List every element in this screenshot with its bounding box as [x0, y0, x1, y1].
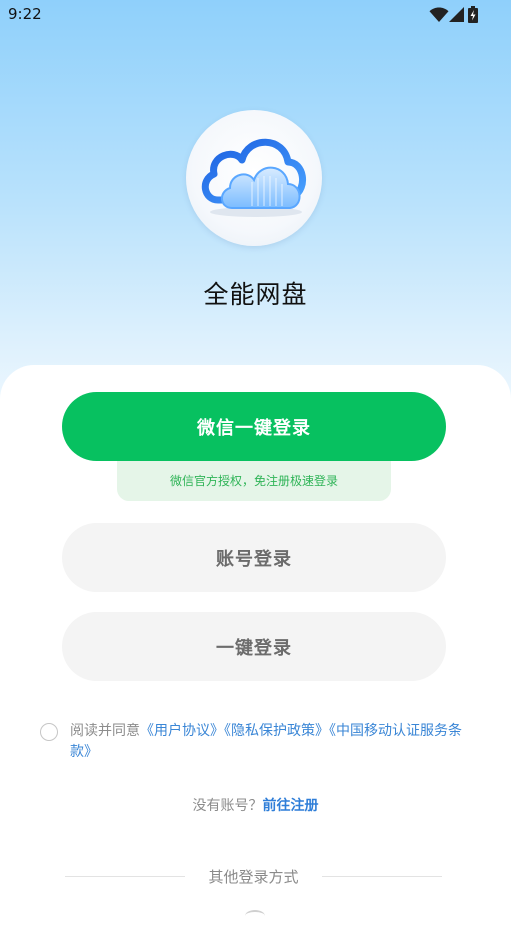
wechat-login-button[interactable]: 微信一键登录 — [62, 392, 446, 461]
register-link[interactable]: 前往注册 — [263, 798, 319, 814]
divider-left — [65, 876, 185, 877]
battery-charging-icon — [468, 6, 478, 23]
status-time: 9:22 — [8, 5, 42, 23]
divider-right — [322, 876, 442, 877]
wechat-tip: 微信官方授权，免注册极速登录 — [117, 457, 391, 501]
status-bar: 9:22 — [0, 0, 511, 30]
other-login-icon[interactable] — [245, 910, 265, 922]
agreement-text: 阅读并同意《用户协议》《隐私保护政策》《中国移动认证服务条款》 — [70, 721, 480, 763]
user-agreement-link[interactable]: 《用户协议》 — [140, 723, 224, 739]
privacy-policy-link[interactable]: 《隐私保护政策》 — [224, 723, 329, 739]
register-prompt: 没有账号？ — [192, 798, 263, 814]
agreement-checkbox[interactable] — [40, 723, 58, 741]
app-logo — [186, 110, 322, 246]
cloud-logo-icon — [201, 138, 306, 217]
status-icons — [429, 6, 481, 24]
wifi-icon — [429, 7, 449, 22]
other-login-label: 其他登录方式 — [208, 868, 299, 886]
agreement-prefix: 阅读并同意 — [70, 723, 140, 739]
register-line: 没有账号？前往注册 — [0, 795, 511, 815]
one-key-login-button[interactable]: 一键登录 — [62, 612, 446, 681]
app-name: 全能网盘 — [203, 280, 308, 309]
account-login-button[interactable]: 账号登录 — [62, 523, 446, 592]
signal-icon — [449, 7, 464, 22]
